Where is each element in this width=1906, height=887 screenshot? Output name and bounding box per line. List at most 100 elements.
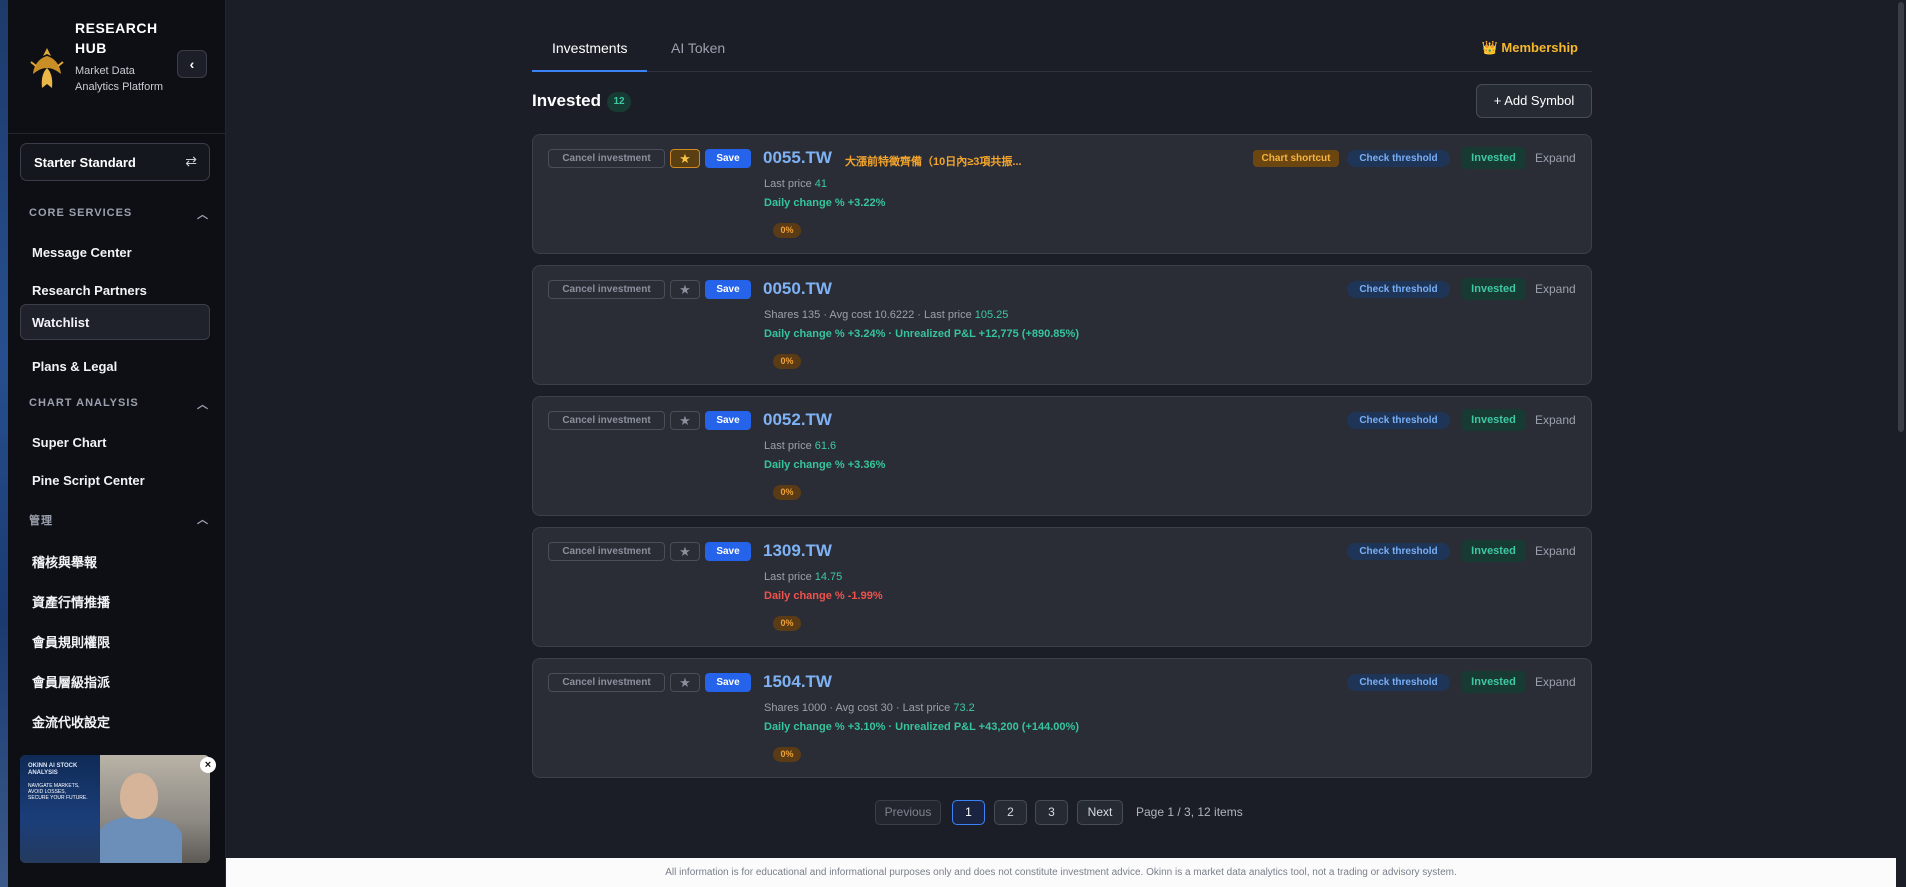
collapse-sidebar-button[interactable]: ‹ [177, 50, 207, 78]
symbol-link[interactable]: 0052.TW [763, 410, 832, 430]
chart-shortcut-button[interactable]: Chart shortcut [1253, 150, 1339, 167]
count-badge: 12 [607, 92, 631, 112]
sidebar-divider [8, 133, 226, 134]
cancel-investment-button[interactable]: Cancel investment [548, 673, 665, 692]
progress-badge: 0% [773, 223, 801, 238]
plan-label: Starter Standard [34, 155, 136, 170]
membership-label: Membership [1501, 40, 1578, 55]
chevron-left-icon: ‹ [189, 56, 195, 72]
sidebar-item-audit-report[interactable]: 稽核與舉報 [20, 541, 210, 577]
video-person [98, 817, 182, 863]
progress-badge: 0% [773, 485, 801, 500]
daily-change: Daily change % -1.99% [764, 590, 883, 602]
save-button[interactable]: Save [705, 280, 751, 299]
cancel-investment-button[interactable]: Cancel investment [548, 149, 665, 168]
cancel-investment-button[interactable]: Cancel investment [548, 280, 665, 299]
last-price: 73.2 [953, 702, 975, 714]
expand-link[interactable]: Expand [1535, 282, 1576, 296]
symbol-link[interactable]: 1504.TW [763, 672, 832, 692]
tab-investments[interactable]: Investments [552, 40, 627, 56]
close-icon[interactable]: × [200, 757, 216, 773]
tab-bar: Investments AI Token 👑 Membership [532, 30, 1592, 72]
star-icon[interactable]: ★ [670, 673, 700, 692]
video-person-head [120, 773, 158, 819]
tab-ai-token[interactable]: AI Token [671, 40, 725, 56]
brand-title: RESEARCH HUB [75, 20, 158, 56]
video-overlay: OKINN AI STOCK ANALYSIS NAVIGATE MARKETS… [20, 755, 100, 863]
investment-card: Cancel investment ★ Save 1504.TW Shares 1000… [532, 658, 1592, 778]
next-page-button[interactable]: Next [1077, 800, 1123, 825]
brand-subtitle: Market Data Analytics Platform [75, 65, 164, 93]
check-threshold-button[interactable]: Check threshold [1347, 281, 1450, 298]
symbol-link[interactable]: 1309.TW [763, 541, 832, 561]
promo-video[interactable]: OKINN AI STOCK ANALYSIS NAVIGATE MARKETS… [20, 755, 210, 863]
sidebar-item-asset-push[interactable]: 資產行情推播 [20, 581, 210, 617]
page-3-button[interactable]: 3 [1035, 800, 1068, 825]
symbol-link[interactable]: 0055.TW [763, 148, 832, 168]
position-info: Last price 61.6 [764, 440, 836, 452]
chevron-up-icon: ︿ [197, 209, 209, 221]
page-title: Invested [532, 91, 601, 110]
page-1-button[interactable]: 1 [952, 800, 985, 825]
star-icon[interactable]: ★ [670, 280, 700, 299]
expand-link[interactable]: Expand [1535, 151, 1576, 165]
investment-card: Cancel investment ★ Save 0050.TW Shares 135 … [532, 265, 1592, 385]
sidebar-item-payment-settings[interactable]: 金流代收設定 [20, 701, 210, 737]
page-2-button[interactable]: 2 [994, 800, 1027, 825]
expand-link[interactable]: Expand [1535, 544, 1576, 558]
membership-link[interactable]: 👑 Membership [1482, 40, 1578, 56]
save-button[interactable]: Save [705, 542, 751, 561]
save-button[interactable]: Save [705, 673, 751, 692]
sidebar-item-pine-script-center[interactable]: Pine Script Center [20, 462, 210, 498]
sidebar-item-member-tier[interactable]: 會員層級指派 [20, 661, 210, 697]
plan-switcher[interactable]: Starter Standard ⇄ [20, 143, 210, 181]
last-price: 61.6 [814, 440, 837, 452]
position-details: Shares 1000 · Avg cost 30 · Last price [764, 702, 954, 714]
sidebar-item-member-rules[interactable]: 會員規則權限 [20, 621, 210, 657]
expand-link[interactable]: Expand [1535, 675, 1576, 689]
star-icon[interactable]: ★ [670, 411, 700, 430]
position-details: Last price [764, 178, 815, 190]
check-threshold-button[interactable]: Check threshold [1347, 150, 1450, 167]
investment-card: Cancel investment ★ Save 0055.TW 大漲前特徵齊備（10日… [532, 134, 1592, 254]
video-tagline: NAVIGATE MARKETS, AVOID LOSSES, SECURE Y… [28, 783, 88, 801]
position-info: Last price 41 [764, 178, 827, 190]
section-title: 管理 [29, 515, 53, 527]
signal-alert: 大漲前特徵齊備（10日內≥3項共振... [845, 156, 1022, 168]
check-threshold-button[interactable]: Check threshold [1347, 674, 1450, 691]
cancel-investment-button[interactable]: Cancel investment [548, 542, 665, 561]
chevron-up-icon: ︿ [197, 399, 209, 411]
status-badge: Invested [1462, 671, 1525, 693]
status-badge: Invested [1462, 147, 1525, 169]
sidebar-item-super-chart[interactable]: Super Chart [20, 424, 210, 460]
daily-change: Daily change % +3.10% · Unrealized P&L +… [764, 721, 1079, 733]
last-price: 14.75 [814, 571, 843, 583]
chevron-up-icon: ︿ [197, 514, 209, 526]
sidebar-item-plans-legal[interactable]: Plans & Legal [20, 348, 210, 384]
cancel-investment-button[interactable]: Cancel investment [548, 411, 665, 430]
star-icon[interactable]: ★ [670, 149, 700, 168]
sidebar-item-message-center[interactable]: Message Center [20, 234, 210, 270]
section-admin[interactable]: 管理 ︿ [29, 512, 209, 528]
previous-page-button[interactable]: Previous [875, 800, 941, 825]
scrollbar-thumb[interactable] [1898, 2, 1904, 432]
status-badge: Invested [1462, 278, 1525, 300]
expand-link[interactable]: Expand [1535, 413, 1576, 427]
check-threshold-button[interactable]: Check threshold [1347, 412, 1450, 429]
brand-logo-icon [30, 48, 64, 88]
investment-card: Cancel investment ★ Save 0052.TW Last price … [532, 396, 1592, 516]
section-chart-analysis[interactable]: CHART ANALYSIS ︿ [29, 397, 209, 411]
add-symbol-button[interactable]: + Add Symbol [1476, 84, 1592, 118]
sidebar-item-research-partners[interactable]: Research Partners [20, 272, 210, 308]
swap-icon: ⇄ [185, 153, 197, 169]
save-button[interactable]: Save [705, 411, 751, 430]
section-title: CHART ANALYSIS [29, 397, 139, 409]
symbol-link[interactable]: 0050.TW [763, 279, 832, 299]
progress-badge: 0% [773, 354, 801, 369]
star-icon[interactable]: ★ [670, 542, 700, 561]
position-details: Last price [764, 440, 815, 452]
section-core-services[interactable]: CORE SERVICES ︿ [29, 207, 209, 221]
save-button[interactable]: Save [705, 149, 751, 168]
sidebar-item-watchlist[interactable]: Watchlist [20, 304, 210, 340]
check-threshold-button[interactable]: Check threshold [1347, 543, 1450, 560]
